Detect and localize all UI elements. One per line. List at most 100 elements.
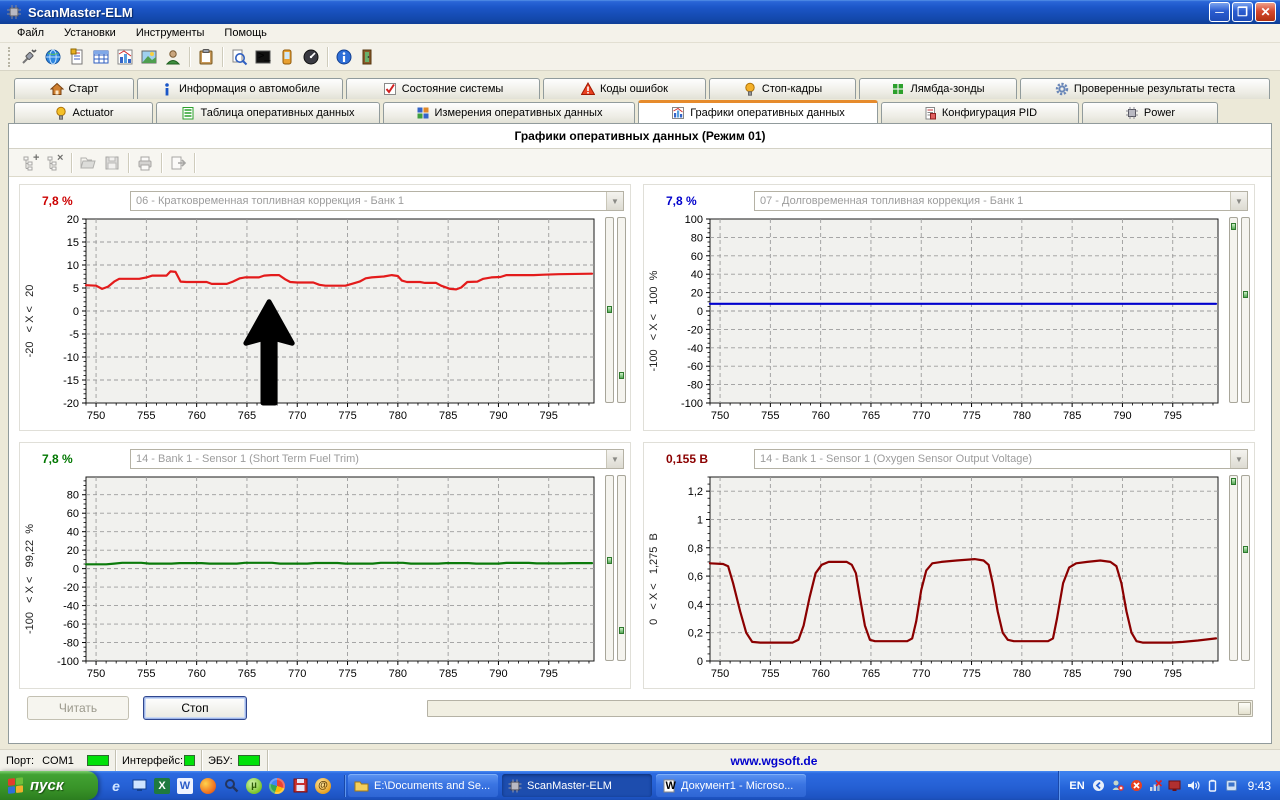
tab-error-codes[interactable]: Коды ошибок: [543, 78, 706, 99]
clipboard-icon[interactable]: [194, 45, 218, 69]
scale-slider[interactable]: [617, 217, 626, 403]
pid-select[interactable]: 07 - Долговременная топливная коррекция …: [754, 191, 1248, 211]
collapse-tray-icon[interactable]: [1092, 779, 1106, 793]
tab-pid-config[interactable]: Конфигурация PID: [881, 102, 1079, 123]
website-link[interactable]: www.wgsoft.de: [731, 754, 818, 768]
chart-icon[interactable]: [113, 45, 137, 69]
close-button[interactable]: ✕: [1255, 2, 1276, 22]
menu-file[interactable]: Файл: [8, 25, 53, 41]
svg-text:775: 775: [338, 668, 356, 680]
chart-panel-o2-voltage: 0,155 В 14 - Bank 1 - Sensor 1 (Oxygen S…: [643, 442, 1255, 689]
task-word-document[interactable]: W Документ1 - Microso...: [656, 774, 806, 797]
tab-freeze-frames[interactable]: Стоп-кадры: [709, 78, 856, 99]
svg-text:0: 0: [697, 306, 703, 318]
device-icon[interactable]: [275, 45, 299, 69]
svg-text:>_: >_: [258, 50, 271, 62]
svg-text:60: 60: [67, 508, 79, 520]
menu-help[interactable]: Помощь: [215, 25, 276, 41]
user-icon[interactable]: [161, 45, 185, 69]
network-icon[interactable]: [1149, 779, 1163, 793]
progress-thumb[interactable]: [1238, 702, 1251, 715]
scale-slider[interactable]: [1229, 217, 1238, 403]
scale-sliders: [602, 471, 628, 686]
tab-test-results[interactable]: Проверенные результаты теста: [1020, 78, 1270, 99]
minimize-button[interactable]: ─: [1209, 2, 1230, 22]
read-button[interactable]: Читать: [27, 696, 129, 720]
tab-actuator[interactable]: Actuator: [14, 102, 153, 123]
scale-slider[interactable]: [1241, 217, 1250, 403]
remove-series-icon[interactable]: ×: [43, 151, 67, 175]
open-icon[interactable]: [76, 151, 100, 175]
error-icon[interactable]: [1130, 779, 1144, 793]
svg-text:-40: -40: [687, 343, 703, 355]
pid-select[interactable]: 14 - Bank 1 - Sensor 1 (Oxygen Sensor Ou…: [754, 449, 1248, 469]
display-icon[interactable]: [1168, 779, 1182, 793]
scale-slider[interactable]: [605, 475, 614, 661]
svg-text:785: 785: [439, 668, 457, 680]
control-footer: Читать Стоп: [9, 691, 1271, 731]
scale-slider[interactable]: [1241, 475, 1250, 661]
search-tool-icon[interactable]: [223, 778, 239, 794]
status-port: Порт: COM1: [0, 750, 116, 771]
cells-icon[interactable]: [89, 45, 113, 69]
stop-button[interactable]: Стоп: [143, 696, 247, 720]
tab-live-data-measure[interactable]: Измерения оперативных данных: [383, 102, 635, 123]
print-icon[interactable]: [133, 151, 157, 175]
start-button[interactable]: пуск: [0, 771, 98, 800]
messenger-icon[interactable]: [1111, 779, 1125, 793]
chrome-icon[interactable]: [269, 778, 285, 794]
scale-slider[interactable]: [605, 217, 614, 403]
terminal-icon[interactable]: >_: [251, 45, 275, 69]
tab-lambda-probes[interactable]: Лямбда-зонды: [859, 78, 1017, 99]
scale-slider[interactable]: [1229, 475, 1238, 661]
scale-slider[interactable]: [617, 475, 626, 661]
chart-toolbar: + ×: [9, 149, 1271, 177]
clock[interactable]: 9:43: [1248, 779, 1271, 793]
tab-system-status[interactable]: Состояние системы: [346, 78, 540, 99]
ecu-led: [238, 755, 260, 766]
word-icon[interactable]: W: [177, 778, 193, 794]
progress-bar[interactable]: [427, 700, 1253, 717]
save-tool-icon[interactable]: [292, 778, 308, 794]
tab-live-data-graphs[interactable]: Графики оперативных данных: [638, 100, 878, 123]
charts-grid: 7,8 % 06 - Кратковременная топливная кор…: [9, 177, 1271, 691]
ie-icon[interactable]: e: [108, 778, 124, 794]
excel-icon[interactable]: X: [154, 778, 170, 794]
pid-select[interactable]: 14 - Bank 1 - Sensor 1 (Short Term Fuel …: [130, 449, 624, 469]
search-icon[interactable]: [227, 45, 251, 69]
task-scanmaster[interactable]: ScanMaster-ELM: [502, 774, 652, 797]
task-explorer[interactable]: E:\Documents and Se...: [348, 774, 498, 797]
svg-text:×: ×: [57, 154, 63, 164]
save-icon[interactable]: [100, 151, 124, 175]
image-icon[interactable]: [137, 45, 161, 69]
tab-start[interactable]: Старт: [14, 78, 134, 99]
show-desktop-icon[interactable]: [131, 778, 147, 794]
word-icon: W: [662, 779, 676, 793]
menu-settings[interactable]: Установки: [55, 25, 125, 41]
utorrent-icon[interactable]: µ: [246, 778, 262, 794]
tab-power[interactable]: Power: [1082, 102, 1218, 123]
tab-vehicle-info[interactable]: Информация о автомобиле: [137, 78, 343, 99]
updates-icon[interactable]: [1225, 779, 1239, 793]
svg-text:-80: -80: [687, 380, 703, 392]
menu-tools[interactable]: Инструменты: [127, 25, 214, 41]
info-icon[interactable]: [332, 45, 356, 69]
pid-select[interactable]: 06 - Кратковременная топливная коррекция…: [130, 191, 624, 211]
report-icon[interactable]: [65, 45, 89, 69]
gauge-icon[interactable]: [299, 45, 323, 69]
svg-text:795: 795: [1164, 410, 1182, 422]
exit-icon[interactable]: [356, 45, 380, 69]
mail-icon[interactable]: @: [315, 778, 331, 794]
browser-icon[interactable]: [41, 45, 65, 69]
connect-icon[interactable]: [17, 45, 41, 69]
language-indicator[interactable]: EN: [1069, 780, 1084, 792]
add-series-icon[interactable]: +: [19, 151, 43, 175]
svg-text:-60: -60: [687, 361, 703, 373]
restore-button[interactable]: ❐: [1232, 2, 1253, 22]
tab-live-data-table[interactable]: Таблица оперативных данных: [156, 102, 380, 123]
battery-icon[interactable]: [1206, 779, 1220, 793]
export-icon[interactable]: [166, 151, 190, 175]
svg-text:790: 790: [1113, 410, 1131, 422]
volume-icon[interactable]: [1187, 779, 1201, 793]
firefox-icon[interactable]: [200, 778, 216, 794]
